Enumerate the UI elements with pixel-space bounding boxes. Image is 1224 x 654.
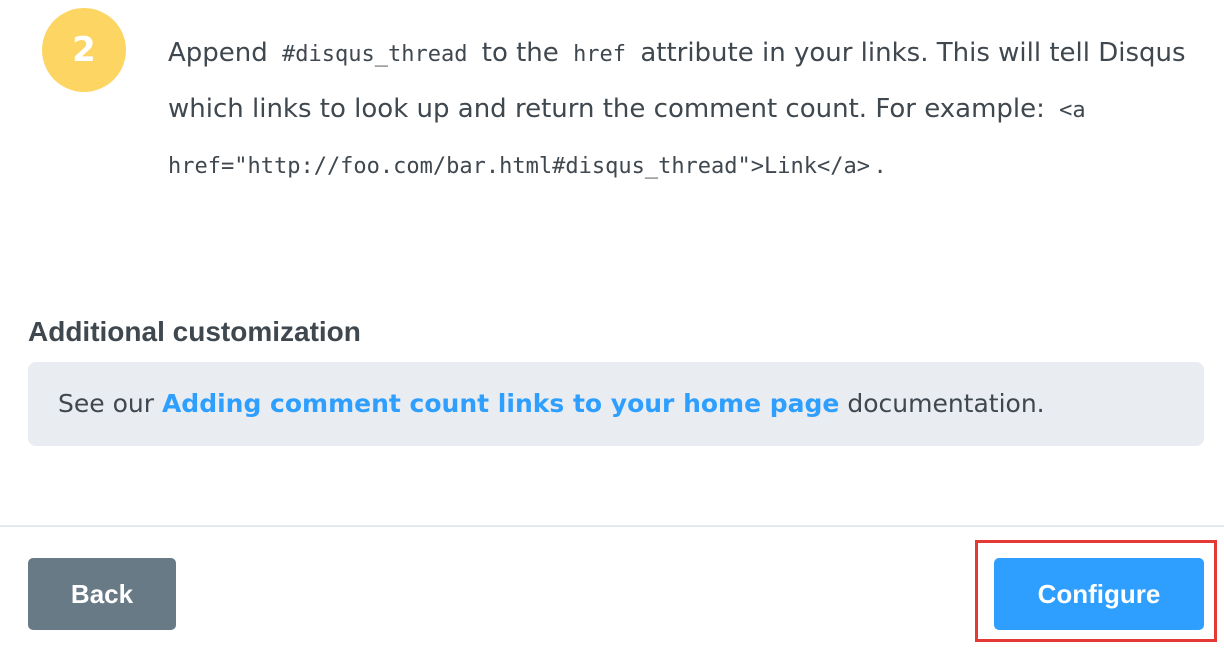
- step-number-badge: 2: [42, 8, 126, 92]
- step-text-trailing: .: [876, 150, 885, 180]
- info-prefix: See our: [58, 389, 154, 418]
- info-suffix: documentation.: [847, 389, 1045, 418]
- additional-customization-title: Additional customization: [28, 316, 361, 347]
- back-button[interactable]: Back: [28, 558, 176, 630]
- configure-button[interactable]: Configure: [994, 558, 1204, 630]
- step-instruction: Append #disqus_thread to the href attrib…: [168, 26, 1224, 194]
- code-href: href: [573, 42, 627, 67]
- step-text-part: to the: [481, 38, 559, 68]
- documentation-info-box: See our Adding comment count links to yo…: [28, 362, 1204, 446]
- footer-divider: [0, 525, 1224, 527]
- install-step-page: 2 Append #disqus_thread to the href attr…: [0, 0, 1224, 654]
- code-disqus-thread: #disqus_thread: [282, 42, 468, 67]
- documentation-link[interactable]: Adding comment count links to your home …: [162, 389, 839, 418]
- step-text-part: Append: [168, 38, 268, 68]
